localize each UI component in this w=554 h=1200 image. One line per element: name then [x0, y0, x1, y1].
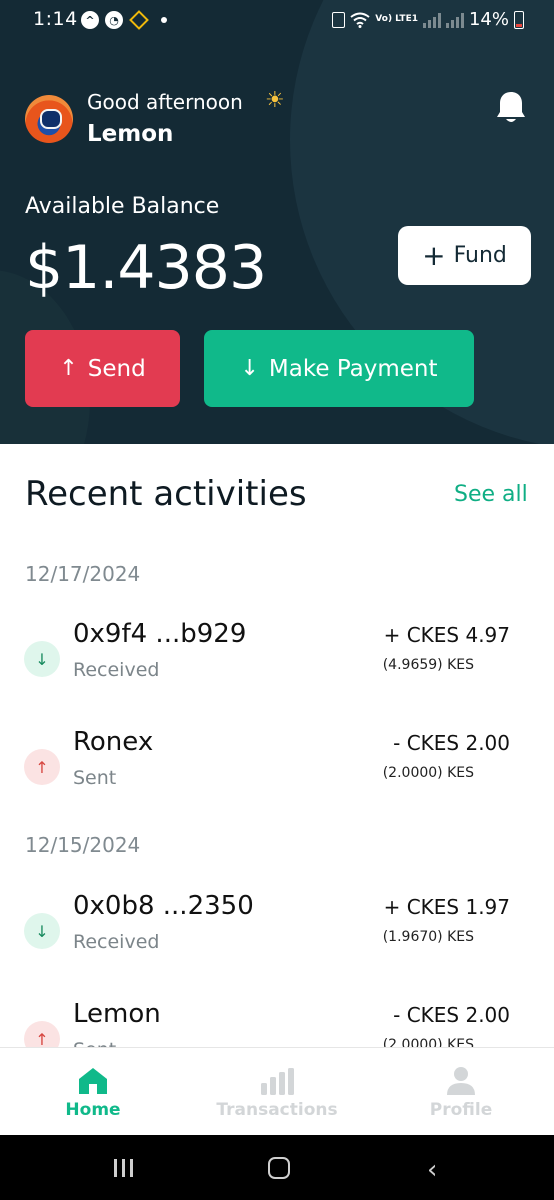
balance-value: $1.4383: [25, 233, 267, 303]
avatar[interactable]: [25, 95, 73, 143]
nav-home[interactable]: Home: [18, 1066, 168, 1120]
battery-percent: 14%: [468, 9, 509, 30]
transaction-name: 0x9f4 ...b929: [73, 619, 247, 649]
back-icon[interactable]: ‹: [427, 1155, 437, 1185]
make-payment-button[interactable]: ↓ Make Payment: [204, 330, 474, 407]
notification-icons: ^ ◔: [81, 10, 167, 30]
whatsapp-icon: ◔: [105, 11, 123, 29]
nav-transactions[interactable]: Transactions: [202, 1066, 352, 1120]
plus-icon: +: [422, 238, 446, 272]
transaction-amount: + CKES 1.97: [383, 895, 510, 919]
date-header: 12/17/2024: [25, 562, 141, 586]
sun-icon: ☀: [265, 88, 285, 113]
bottom-navigation: Home Transactions Profile: [0, 1047, 554, 1135]
make-payment-label: Make Payment: [268, 355, 438, 382]
balance-label: Available Balance: [25, 194, 220, 219]
recent-apps-icon[interactable]: [114, 1159, 133, 1177]
transaction-name: Lemon: [73, 999, 161, 1029]
transaction-name: 0x0b8 ...2350: [73, 891, 254, 921]
transaction-row[interactable]: ↓ 0x9f4 ...b929 Received + CKES 4.97 (4.…: [0, 619, 554, 699]
system-navigation-bar: ‹: [0, 1135, 554, 1200]
status-bar: 1:14 ^ ◔ Vo) LTE1 14%: [0, 0, 554, 42]
fund-label: Fund: [453, 243, 507, 268]
send-button[interactable]: ↑ Send: [25, 330, 180, 407]
sent-arrow-icon: ↑: [24, 749, 60, 785]
transaction-name: Ronex: [73, 727, 154, 757]
transaction-amount: - CKES 2.00: [393, 1003, 510, 1027]
security-icon: [332, 11, 346, 28]
see-all-link[interactable]: See all: [454, 482, 528, 507]
username: Lemon: [87, 121, 174, 147]
signal-icon: [445, 12, 464, 28]
arrow-down-icon: ↓: [240, 356, 259, 381]
greeting: Good afternoon: [87, 90, 243, 114]
signal-icon: [422, 12, 441, 28]
received-arrow-icon: ↓: [24, 641, 60, 677]
recent-activities-title: Recent activities: [25, 474, 307, 514]
profile-icon: [447, 1067, 475, 1095]
home-circle-icon[interactable]: [268, 1157, 290, 1179]
transaction-status: Sent: [73, 767, 117, 789]
chart-icon: [261, 1068, 294, 1095]
transaction-row[interactable]: ↓ 0x0b8 ...2350 Received + CKES 1.97 (1.…: [0, 891, 554, 971]
received-arrow-icon: ↓: [24, 913, 60, 949]
battery-icon: [514, 10, 524, 29]
transaction-status: Received: [73, 659, 160, 681]
nav-home-label: Home: [65, 1100, 121, 1120]
transaction-fiat: (2.0000) KES: [382, 765, 474, 781]
nav-profile[interactable]: Profile: [386, 1066, 536, 1120]
dot-icon: [161, 17, 167, 23]
network-type: Vo) LTE1: [375, 14, 418, 24]
transaction-status: Received: [73, 931, 160, 953]
date-header: 12/15/2024: [25, 833, 141, 857]
nav-profile-label: Profile: [429, 1100, 493, 1120]
transaction-amount: - CKES 2.00: [393, 731, 510, 755]
send-label: Send: [87, 355, 146, 382]
transaction-fiat: (1.9670) KES: [382, 929, 474, 945]
transaction-row[interactable]: ↑ Ronex Sent - CKES 2.00 (2.0000) KES: [0, 727, 554, 807]
wifi-icon: [350, 12, 370, 28]
transaction-fiat: (4.9659) KES: [382, 657, 474, 673]
fund-button[interactable]: + Fund: [398, 226, 531, 285]
home-icon: [79, 1068, 107, 1094]
status-time: 1:14: [33, 8, 78, 30]
arrow-up-icon: ↑: [59, 356, 78, 381]
nav-transactions-label: Transactions: [216, 1100, 338, 1120]
binance-icon: [129, 10, 149, 30]
bell-icon[interactable]: [495, 90, 527, 126]
balance-header: 1:14 ^ ◔ Vo) LTE1 14% Good afternoon ☀ L…: [0, 0, 554, 444]
system-icons: Vo) LTE1 14%: [332, 9, 524, 30]
transaction-amount: + CKES 4.97: [383, 623, 510, 647]
airalo-icon: ^: [81, 11, 99, 29]
